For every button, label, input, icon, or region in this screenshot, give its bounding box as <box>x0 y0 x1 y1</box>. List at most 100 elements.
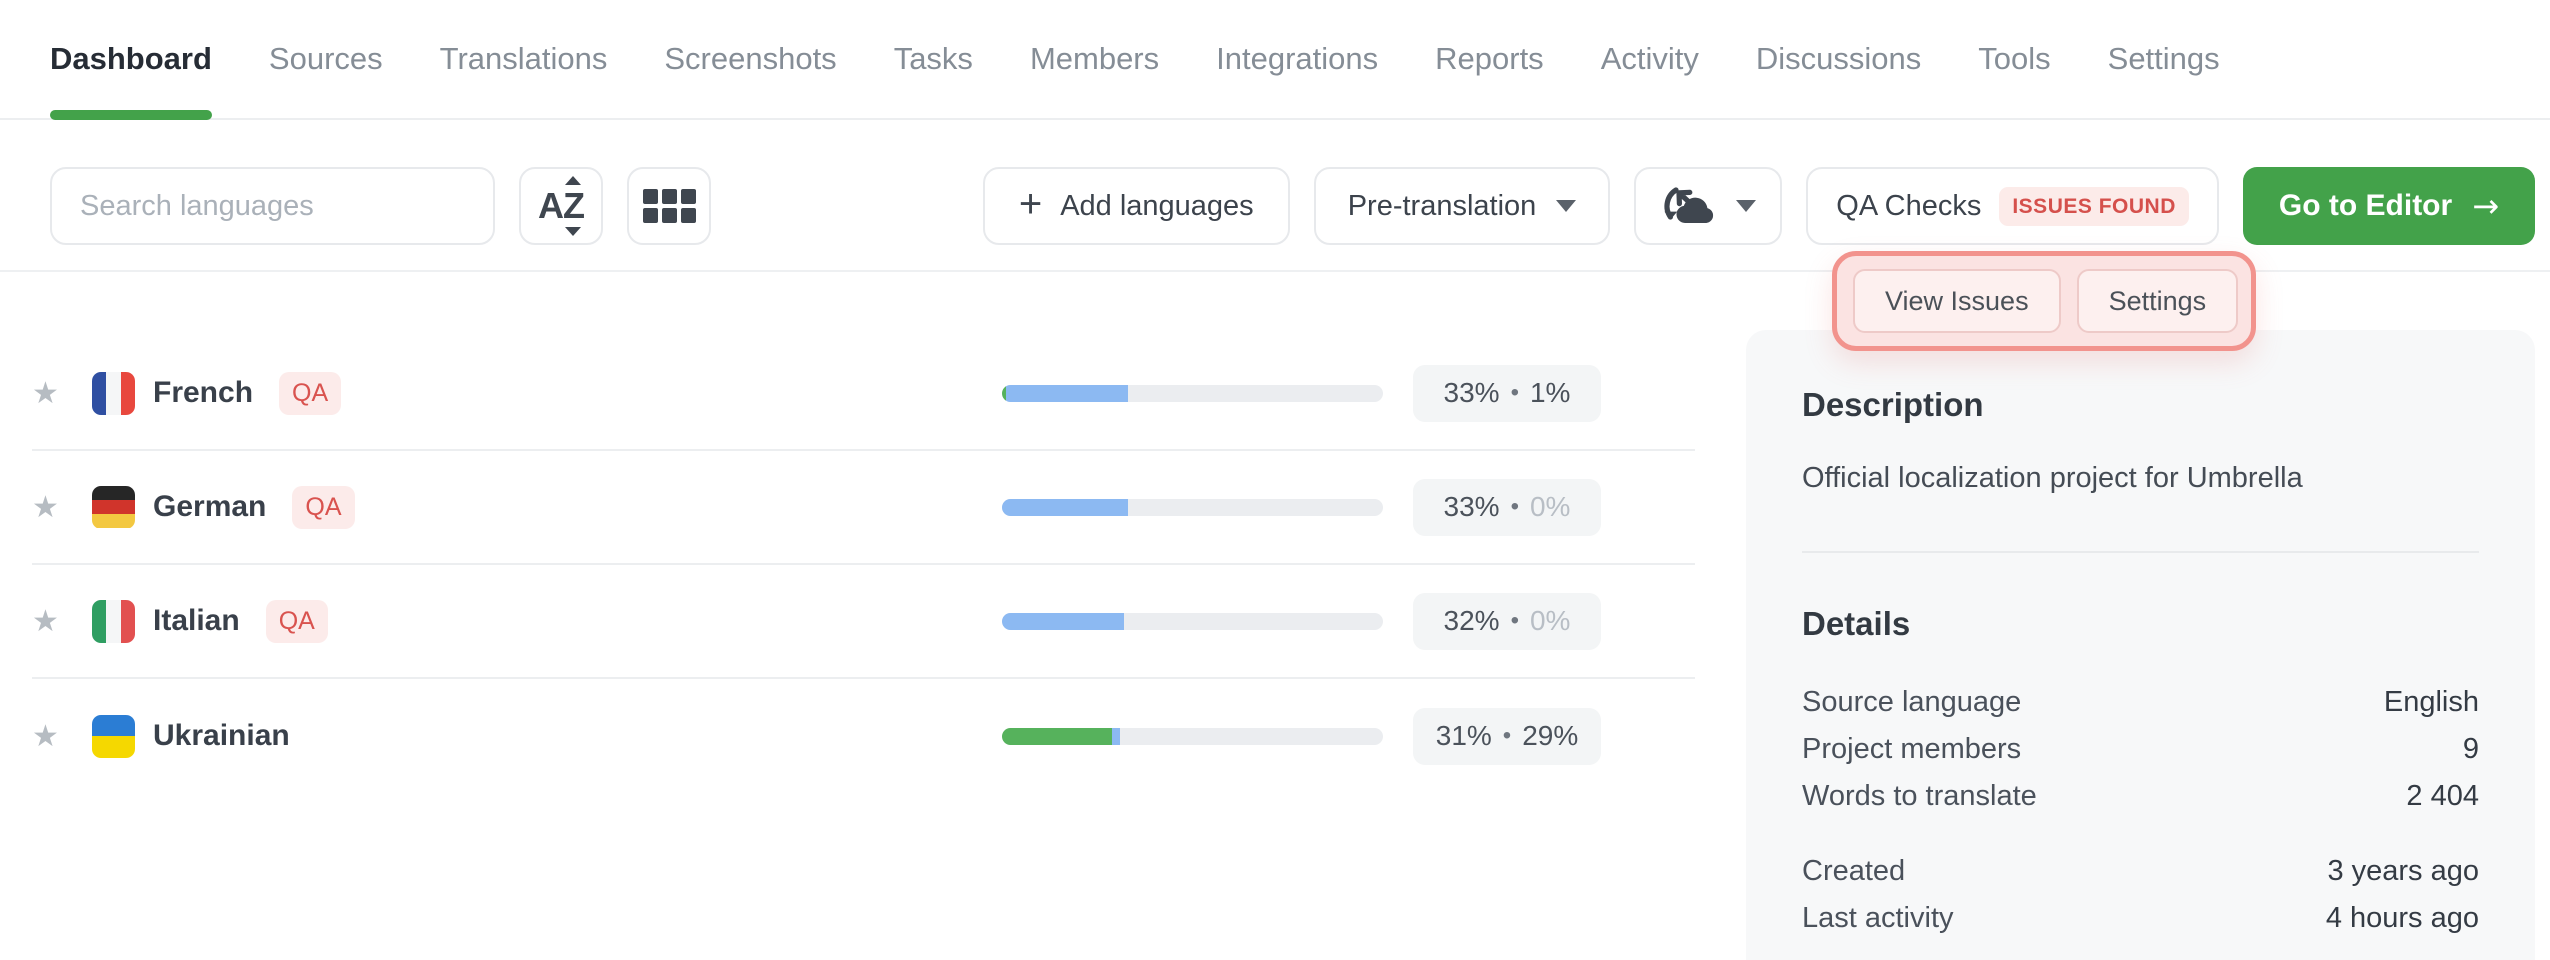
approved-percent: 1% <box>1530 377 1570 409</box>
detail-label: Words to translate <box>1802 773 2037 820</box>
translated-percent: 33% <box>1444 377 1500 409</box>
nav-tab-members[interactable]: Members <box>1030 0 1159 118</box>
sort-button[interactable]: AZ <box>519 167 603 245</box>
details-rows: Source language English Project members … <box>1802 679 2479 942</box>
project-nav: Dashboard Sources Translations Screenshots T… <box>0 0 2550 120</box>
language-flag-icon <box>92 486 135 529</box>
translation-progress-bar <box>1002 613 1383 630</box>
translation-progress-bar <box>1002 499 1383 516</box>
go-to-editor-label: Go to Editor <box>2279 189 2452 223</box>
language-flag-icon <box>92 600 135 643</box>
issues-found-badge: ISSUES FOUND <box>1999 187 2189 226</box>
project-details-panel: Description Official localization projec… <box>1746 330 2535 960</box>
search-input[interactable] <box>50 167 495 245</box>
grid-view-icon <box>643 189 696 223</box>
nav-tab-reports[interactable]: Reports <box>1435 0 1544 118</box>
language-row[interactable]: ★ German QA 33% • 0% <box>32 451 1695 565</box>
detail-row: Created 3 years ago <box>1802 848 2479 895</box>
pre-translation-button[interactable]: Pre-translation <box>1314 167 1611 245</box>
favorite-star-icon[interactable]: ★ <box>32 604 92 639</box>
translated-percent: 31% <box>1436 720 1492 752</box>
nav-tab-tasks[interactable]: Tasks <box>894 0 973 118</box>
percent-separator-dot: • <box>1511 607 1519 635</box>
qa-checks-popover: View Issues Settings <box>1832 251 2256 351</box>
language-name[interactable]: German <box>153 490 266 524</box>
approved-percent: 0% <box>1530 491 1570 523</box>
percent-separator-dot: • <box>1511 493 1519 521</box>
approved-percent: 29% <box>1522 720 1578 752</box>
qa-checks-label: QA Checks <box>1836 190 1981 223</box>
progress-percentages: 32% • 0% <box>1413 593 1601 650</box>
chevron-down-icon <box>1556 200 1576 212</box>
languages-toolbar: AZ + Add languages Pre-translation QA Ch… <box>50 167 2535 245</box>
nav-tab-translations[interactable]: Translations <box>440 0 608 118</box>
pre-translation-label: Pre-translation <box>1348 190 1537 223</box>
detail-value: 2 404 <box>2406 773 2479 820</box>
translated-percent: 33% <box>1444 491 1500 523</box>
detail-value: English <box>2384 679 2479 726</box>
translated-progress-segment <box>1112 728 1120 745</box>
detail-label: Source language <box>1802 679 2021 726</box>
add-languages-button[interactable]: + Add languages <box>983 167 1290 245</box>
detail-row: Words to translate 2 404 <box>1802 773 2479 820</box>
grid-view-button[interactable] <box>627 167 711 245</box>
go-to-editor-button[interactable]: Go to Editor → <box>2243 167 2535 245</box>
progress-percentages: 31% • 29% <box>1413 708 1601 765</box>
nav-tab-sources[interactable]: Sources <box>269 0 383 118</box>
translation-progress-bar <box>1002 728 1383 745</box>
nav-tab-settings[interactable]: Settings <box>2108 0 2220 118</box>
language-row[interactable]: ★ French QA 33% • 1% <box>32 337 1695 451</box>
approved-progress-segment <box>1002 728 1112 745</box>
nav-tab-tools[interactable]: Tools <box>1978 0 2050 118</box>
description-text: Official localization project for Umbrel… <box>1802 462 2479 495</box>
language-flag-icon <box>92 715 135 758</box>
translated-percent: 32% <box>1444 605 1500 637</box>
view-issues-button[interactable]: View Issues <box>1853 269 2061 333</box>
percent-separator-dot: • <box>1511 379 1519 407</box>
qa-checks-button[interactable]: QA Checks ISSUES FOUND <box>1806 167 2219 245</box>
detail-label: Last activity <box>1802 895 1954 942</box>
qa-badge[interactable]: QA <box>266 600 328 643</box>
language-flag-icon <box>92 372 135 415</box>
translated-progress-segment <box>1006 385 1128 402</box>
nav-tab-screenshots[interactable]: Screenshots <box>664 0 836 118</box>
panel-divider <box>1802 551 2479 553</box>
detail-value: 4 hours ago <box>2326 895 2479 942</box>
add-languages-label: Add languages <box>1060 190 1254 223</box>
favorite-star-icon[interactable]: ★ <box>32 719 92 754</box>
nav-tab-integrations[interactable]: Integrations <box>1216 0 1378 118</box>
progress-percentages: 33% • 1% <box>1413 365 1601 422</box>
qa-badge[interactable]: QA <box>292 486 354 529</box>
detail-label: Created <box>1802 848 1905 895</box>
nav-tab-dashboard[interactable]: Dashboard <box>50 0 212 118</box>
qa-badge[interactable]: QA <box>279 372 341 415</box>
arrow-right-icon: → <box>2472 187 2499 225</box>
language-list: ★ French QA 33% • 1% ★ German QA <box>32 337 1695 793</box>
sort-az-icon: AZ <box>529 180 593 232</box>
language-name[interactable]: Ukrainian <box>153 719 290 753</box>
favorite-star-icon[interactable]: ★ <box>32 376 92 411</box>
qa-settings-button[interactable]: Settings <box>2077 269 2239 333</box>
nav-tab-discussions[interactable]: Discussions <box>1756 0 1921 118</box>
description-title: Description <box>1802 386 2479 424</box>
language-name[interactable]: Italian <box>153 604 240 638</box>
detail-row: Project members 9 <box>1802 726 2479 773</box>
details-title: Details <box>1802 605 2479 643</box>
translation-progress-bar <box>1002 385 1383 402</box>
detail-group-gap <box>1802 820 2479 848</box>
cloud-sync-icon <box>1660 182 1718 230</box>
translated-progress-segment <box>1002 613 1124 630</box>
progress-percentages: 33% • 0% <box>1413 479 1601 536</box>
favorite-star-icon[interactable]: ★ <box>32 490 92 525</box>
language-name[interactable]: French <box>153 376 253 410</box>
nav-tab-activity[interactable]: Activity <box>1601 0 1699 118</box>
approved-percent: 0% <box>1530 605 1570 637</box>
percent-separator-dot: • <box>1503 722 1511 750</box>
language-row[interactable]: ★ Ukrainian 31% • 29% <box>32 679 1695 793</box>
detail-row: Source language English <box>1802 679 2479 726</box>
plus-icon: + <box>1019 184 1042 224</box>
language-row[interactable]: ★ Italian QA 32% • 0% <box>32 565 1695 679</box>
translated-progress-segment <box>1002 499 1128 516</box>
detail-value: 3 years ago <box>2327 848 2479 895</box>
cloud-sync-dropdown-button[interactable] <box>1634 167 1782 245</box>
